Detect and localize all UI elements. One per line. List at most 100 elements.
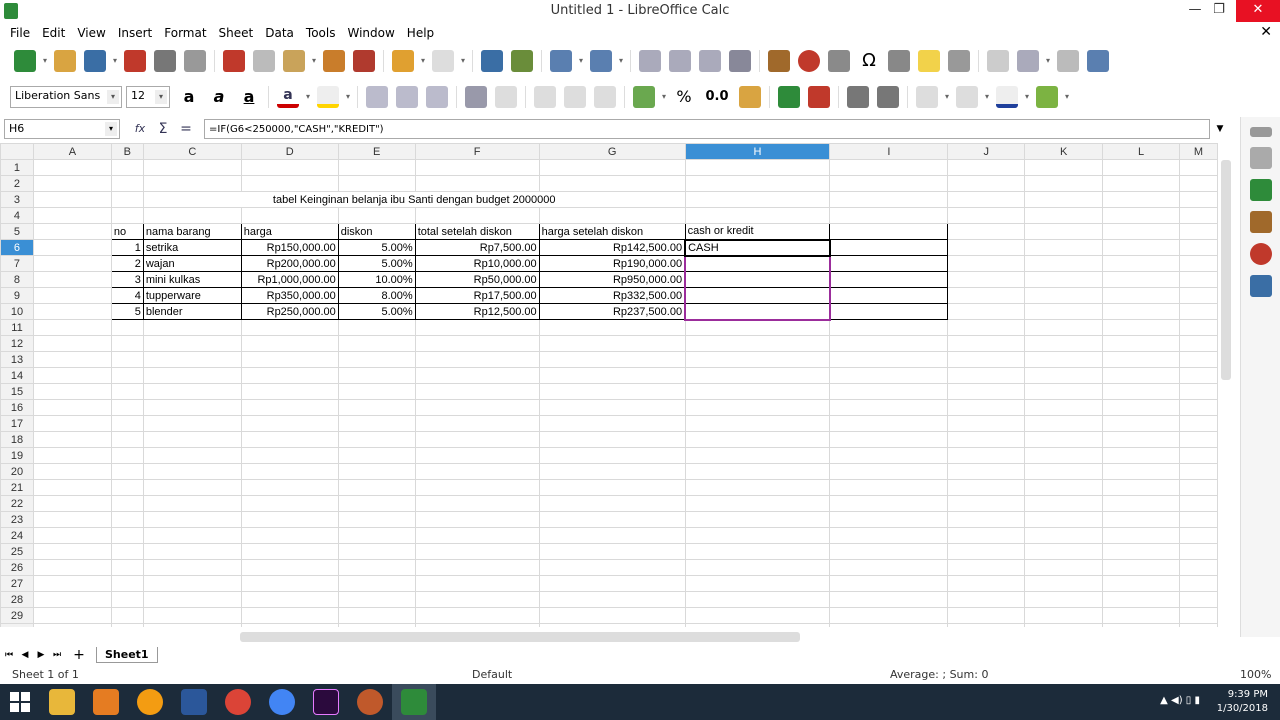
menu-help[interactable]: Help bbox=[401, 23, 440, 43]
grid-cell[interactable] bbox=[110, 623, 144, 627]
grid-cell[interactable] bbox=[110, 511, 144, 528]
grid-cell[interactable] bbox=[1102, 479, 1180, 496]
grid-cell[interactable] bbox=[947, 527, 1026, 544]
column-header[interactable]: K bbox=[1024, 143, 1104, 160]
grid-cell[interactable] bbox=[947, 351, 1026, 368]
grid-cell[interactable] bbox=[538, 591, 686, 608]
column-header[interactable]: I bbox=[829, 143, 949, 160]
grid-cell[interactable] bbox=[829, 287, 949, 304]
grid-cell[interactable] bbox=[1178, 319, 1218, 336]
menu-insert[interactable]: Insert bbox=[112, 23, 158, 43]
borders-dropdown-icon[interactable]: ▾ bbox=[943, 86, 951, 108]
new-dropdown-icon[interactable]: ▾ bbox=[41, 50, 49, 72]
grid-cell[interactable] bbox=[240, 575, 339, 592]
grid-cell[interactable] bbox=[240, 415, 339, 432]
row-header[interactable]: 27 bbox=[0, 575, 34, 592]
grid-cell[interactable] bbox=[142, 367, 242, 384]
grid-cell[interactable] bbox=[1102, 495, 1180, 512]
grid-cell[interactable] bbox=[947, 367, 1026, 384]
grid-cell[interactable] bbox=[1102, 255, 1180, 272]
row-header[interactable]: 4 bbox=[0, 207, 34, 224]
chevron-down-icon[interactable]: ▾ bbox=[105, 122, 117, 136]
grid-cell[interactable] bbox=[414, 415, 540, 432]
table-data-cell[interactable]: Rp1,000,000.00 bbox=[240, 271, 339, 288]
delete-decimal-icon[interactable] bbox=[808, 86, 830, 108]
grid-cell[interactable] bbox=[414, 495, 540, 512]
grid-cell[interactable] bbox=[337, 575, 416, 592]
grid-cell[interactable] bbox=[32, 175, 112, 192]
last-sheet-icon[interactable]: ⏭ bbox=[50, 650, 64, 660]
undo-dropdown-icon[interactable]: ▾ bbox=[419, 50, 427, 72]
sidebar-menu-icon[interactable] bbox=[1249, 127, 1272, 137]
grid-cell[interactable] bbox=[538, 159, 686, 176]
grid-cell[interactable] bbox=[1178, 543, 1218, 560]
table-data-cell[interactable] bbox=[684, 287, 831, 304]
grid-cell[interactable] bbox=[414, 431, 540, 448]
table-data-cell[interactable]: mini kulkas bbox=[142, 271, 242, 288]
redo-dropdown-icon[interactable]: ▾ bbox=[459, 50, 467, 72]
grid-cell[interactable] bbox=[684, 495, 831, 512]
grid-cell[interactable] bbox=[829, 447, 949, 464]
chrome-2-icon[interactable] bbox=[260, 684, 304, 720]
restore-button[interactable]: ❐ bbox=[1204, 0, 1234, 22]
table-data-cell[interactable]: wajan bbox=[142, 255, 242, 272]
sort-icon[interactable] bbox=[639, 50, 661, 72]
font-name-box[interactable]: Liberation Sans ▾ bbox=[10, 86, 122, 108]
grid-cell[interactable] bbox=[684, 623, 831, 627]
grid-cell[interactable] bbox=[684, 511, 831, 528]
grid-cell[interactable] bbox=[1178, 607, 1218, 624]
grid-cell[interactable] bbox=[240, 607, 339, 624]
grid-cell[interactable] bbox=[337, 335, 416, 352]
grid-cell[interactable] bbox=[1102, 175, 1180, 192]
grid-cell[interactable] bbox=[1102, 351, 1180, 368]
grid-cell[interactable] bbox=[1178, 399, 1218, 416]
grid-cell[interactable] bbox=[829, 335, 949, 352]
grid-cell[interactable] bbox=[829, 495, 949, 512]
grid-cell[interactable] bbox=[240, 495, 339, 512]
undo-icon[interactable] bbox=[392, 50, 414, 72]
column-header[interactable]: G bbox=[538, 143, 686, 160]
grid-cell[interactable] bbox=[414, 575, 540, 592]
hyperlink-icon[interactable] bbox=[888, 50, 910, 72]
grid-cell[interactable] bbox=[1178, 255, 1218, 272]
grid-cell[interactable] bbox=[1178, 591, 1218, 608]
gallery-icon[interactable] bbox=[1249, 211, 1272, 233]
export-pdf-icon[interactable] bbox=[124, 50, 146, 72]
grid-cell[interactable] bbox=[947, 223, 1026, 240]
grid-cell[interactable] bbox=[32, 399, 112, 416]
grid-cell[interactable] bbox=[337, 351, 416, 368]
grid-cell[interactable] bbox=[32, 591, 112, 608]
column-header[interactable]: E bbox=[337, 143, 416, 160]
grid-cell[interactable] bbox=[1024, 623, 1104, 627]
grid-cell[interactable] bbox=[1178, 303, 1218, 320]
function-wizard-icon[interactable]: fx bbox=[130, 119, 150, 139]
grid-cell[interactable] bbox=[414, 511, 540, 528]
grid-cell[interactable] bbox=[240, 623, 339, 627]
grid-cell[interactable] bbox=[240, 175, 339, 192]
grid-cell[interactable] bbox=[110, 335, 144, 352]
highlight-dropdown-icon[interactable]: ▾ bbox=[344, 86, 352, 108]
grid-cell[interactable] bbox=[684, 447, 831, 464]
add-decimal-icon[interactable] bbox=[778, 86, 800, 108]
previous-sheet-icon[interactable]: ◀ bbox=[18, 650, 32, 660]
font-color-dropdown-icon[interactable]: ▾ bbox=[304, 86, 312, 108]
grid-cell[interactable] bbox=[1178, 367, 1218, 384]
grid-cell[interactable] bbox=[337, 207, 416, 224]
grid-cell[interactable] bbox=[829, 511, 949, 528]
grid-cell[interactable] bbox=[32, 159, 112, 176]
row-header[interactable]: 22 bbox=[0, 495, 34, 512]
grid-cell[interactable] bbox=[684, 463, 831, 480]
grid-cell[interactable] bbox=[947, 511, 1026, 528]
table-data-cell[interactable]: 5.00% bbox=[337, 239, 416, 256]
grid-cell[interactable] bbox=[240, 159, 339, 176]
grid-cell[interactable] bbox=[1024, 223, 1104, 240]
grid-cell[interactable] bbox=[1102, 223, 1180, 240]
grid-cell[interactable] bbox=[1102, 239, 1180, 256]
copy-icon[interactable] bbox=[253, 50, 275, 72]
border-style-icon[interactable] bbox=[956, 86, 978, 108]
grid-cell[interactable] bbox=[110, 559, 144, 576]
grid-cell[interactable] bbox=[240, 511, 339, 528]
grid-cell[interactable] bbox=[1178, 559, 1218, 576]
paste-dropdown-icon[interactable]: ▾ bbox=[310, 50, 318, 72]
row-header[interactable]: 11 bbox=[0, 319, 34, 336]
